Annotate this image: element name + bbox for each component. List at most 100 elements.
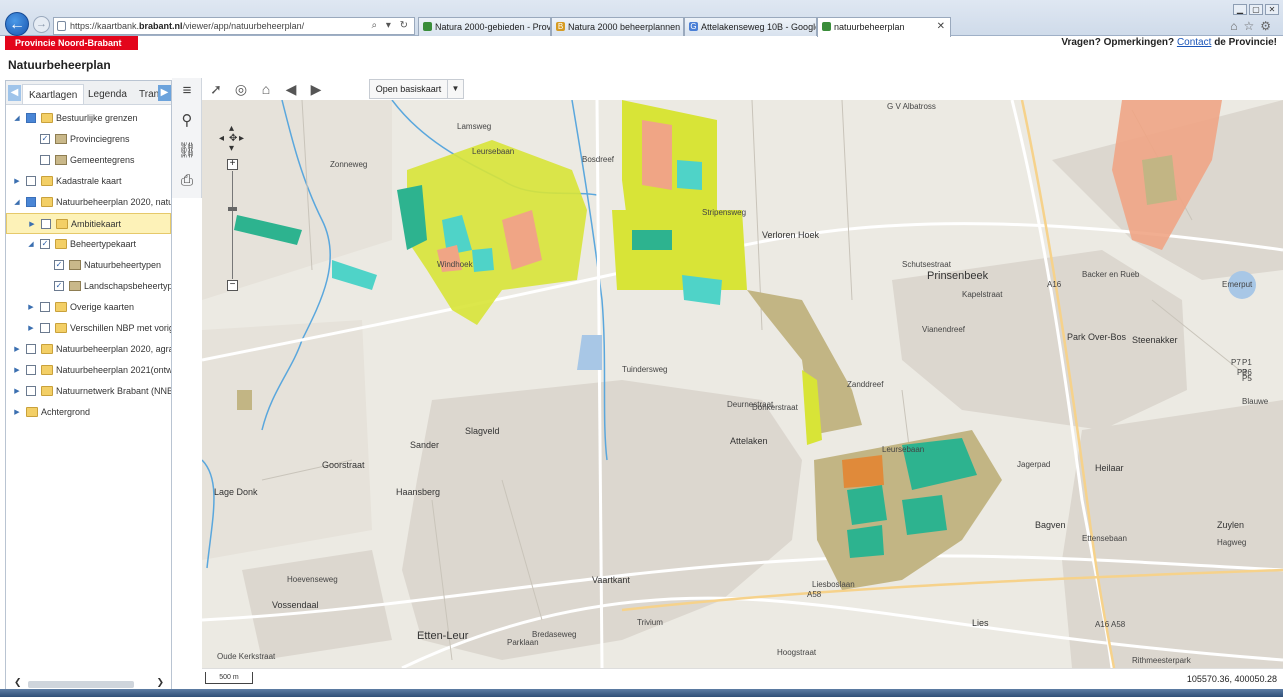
layer-checkbox[interactable] bbox=[26, 113, 36, 123]
layer-checkbox[interactable]: ✓ bbox=[40, 134, 50, 144]
layer-checkbox[interactable] bbox=[26, 197, 36, 207]
previous-extent-icon[interactable]: ◀ bbox=[281, 79, 301, 99]
layer-tree-node[interactable]: ◢ Natuurbeheerplan 2020, natu bbox=[6, 192, 171, 213]
layer-tree-node[interactable]: ◢ Bestuurlijke grenzen bbox=[6, 108, 171, 129]
layer-tree-node[interactable]: ✓ Landschapsbeheertyp bbox=[6, 276, 171, 297]
layer-tree-node[interactable]: ▶ Overige kaarten bbox=[6, 297, 171, 318]
map-label: Lage Donk bbox=[214, 487, 258, 497]
tab-scroll-right-icon[interactable]: ▶ bbox=[158, 85, 171, 101]
minimize-icon[interactable]: ▁ bbox=[1233, 4, 1247, 15]
layer-tree-node[interactable]: ▶ Natuurbeheerplan 2020, agra bbox=[6, 339, 171, 360]
identify-zoom-icon[interactable]: ⚲ bbox=[176, 110, 198, 132]
print-icon[interactable]: ⎙ bbox=[176, 170, 198, 192]
scroll-left-icon[interactable]: ❮ bbox=[14, 677, 22, 688]
forward-arrow-icon[interactable]: → bbox=[33, 16, 50, 33]
add-layer-icon[interactable]: ≡ bbox=[176, 80, 198, 102]
layer-checkbox[interactable] bbox=[41, 219, 51, 229]
zoom-slider-thumb[interactable] bbox=[228, 207, 237, 211]
pan-right-icon[interactable]: ▸ bbox=[239, 133, 244, 144]
layer-checkbox[interactable] bbox=[26, 365, 36, 375]
basemap-dropdown-icon[interactable]: ▼ bbox=[447, 79, 464, 99]
open-basemap-button[interactable]: Open basiskaart bbox=[369, 79, 448, 99]
panel-horizontal-scrollbar[interactable]: ❮ ❯ bbox=[14, 677, 164, 689]
layer-tree-node[interactable]: ▶ Natuurbeheerplan 2021(ontw bbox=[6, 360, 171, 381]
folder-icon bbox=[41, 344, 53, 354]
collapse-arrow-icon[interactable]: ◢ bbox=[12, 192, 22, 213]
home-icon[interactable]: ⌂ bbox=[1230, 19, 1243, 33]
layer-checkbox[interactable] bbox=[40, 323, 50, 333]
map-canvas[interactable] bbox=[202, 100, 1283, 668]
tab-kaartlagen[interactable]: Kaartlagen bbox=[22, 84, 85, 104]
layer-checkbox[interactable]: ✓ bbox=[54, 260, 64, 270]
layer-checkbox[interactable] bbox=[26, 176, 36, 186]
pan-down-icon[interactable]: ▾ bbox=[229, 143, 234, 154]
browser-tab-natuurbeheerplan[interactable]: natuurbeheerplan ✕ bbox=[817, 17, 951, 37]
layer-checkbox[interactable]: ✓ bbox=[40, 239, 50, 249]
map-label: Vianendreef bbox=[922, 325, 965, 334]
expand-arrow-icon[interactable]: ▶ bbox=[26, 318, 36, 339]
map-label: Rithmeesterpark bbox=[1132, 656, 1191, 665]
browser-tab-google-maps[interactable]: G Attelakenseweg 10B - Google ... bbox=[684, 17, 817, 36]
pan-control[interactable]: ▴ ◂ ✥ ▸ ▾ bbox=[218, 123, 250, 155]
collapse-arrow-icon[interactable]: ◢ bbox=[12, 108, 22, 129]
close-window-icon[interactable]: ✕ bbox=[1265, 4, 1279, 15]
map-label: Goorstraat bbox=[322, 460, 365, 470]
zoom-slider[interactable] bbox=[232, 171, 233, 279]
map-label: Zuylen bbox=[1217, 520, 1245, 530]
measure-icon[interactable]: ◎ bbox=[231, 79, 251, 99]
layer-tree-node[interactable]: ▶ Verschillen NBP met vorig bbox=[6, 318, 171, 339]
expand-arrow-icon[interactable]: ▶ bbox=[12, 339, 22, 360]
next-extent-icon[interactable]: ▶ bbox=[306, 79, 326, 99]
tab-scroll-left-icon[interactable]: ◀ bbox=[8, 85, 21, 101]
expand-arrow-icon[interactable]: ▶ bbox=[27, 214, 37, 235]
layer-tree-node[interactable]: ✓ Provinciegrens bbox=[6, 129, 171, 150]
map-label: Lamsweg bbox=[457, 122, 492, 131]
expand-arrow-icon[interactable]: ▶ bbox=[12, 171, 22, 192]
map-label: Hoevenseweg bbox=[287, 575, 338, 584]
expand-arrow-icon[interactable]: ▶ bbox=[26, 297, 36, 318]
layer-checkbox[interactable] bbox=[40, 155, 50, 165]
layer-tree-node[interactable]: ▶ Kadastrale kaart bbox=[6, 171, 171, 192]
favorites-star-icon[interactable]: ☆ bbox=[1243, 19, 1260, 33]
map-label: Trivium bbox=[637, 618, 663, 627]
map-label: Etten-Leur bbox=[417, 630, 469, 642]
layer-checkbox[interactable] bbox=[40, 302, 50, 312]
layer-checkbox[interactable] bbox=[26, 386, 36, 396]
address-bar[interactable]: https://kaartbank.brabant.nl/viewer/app/… bbox=[53, 17, 415, 35]
layer-tree-node[interactable]: ▶ Ambitiekaart bbox=[6, 213, 171, 234]
link-icon[interactable]: ⛓ bbox=[176, 140, 198, 162]
pan-left-icon[interactable]: ◂ bbox=[219, 133, 224, 144]
expand-arrow-icon[interactable]: ▶ bbox=[12, 381, 22, 402]
layer-label: Verschillen NBP met vorig bbox=[70, 323, 171, 333]
maximize-icon[interactable]: ▢ bbox=[1249, 4, 1263, 15]
back-arrow-icon[interactable]: ← bbox=[5, 12, 29, 36]
map-label: Stripensweg bbox=[702, 208, 747, 217]
pointer-select-icon[interactable]: ➚ bbox=[206, 79, 226, 99]
layer-tree-node[interactable]: ✓ Natuurbeheertypen bbox=[6, 255, 171, 276]
expand-arrow-icon[interactable]: ▶ bbox=[12, 360, 22, 381]
close-tab-icon[interactable]: ✕ bbox=[937, 18, 945, 36]
streetview-icon[interactable]: ⌂ bbox=[256, 79, 276, 99]
layer-tree-node[interactable]: Gemeentegrens bbox=[6, 150, 171, 171]
layer-tree-node[interactable]: ◢ ✓ Beheertypekaart bbox=[6, 234, 171, 255]
folder-icon bbox=[41, 113, 53, 123]
expand-arrow-icon[interactable]: ▶ bbox=[12, 402, 22, 423]
contact-link[interactable]: Contact bbox=[1177, 37, 1211, 48]
tab-legenda[interactable]: Legenda bbox=[82, 84, 133, 104]
layer-checkbox[interactable] bbox=[26, 344, 36, 354]
collapse-arrow-icon[interactable]: ◢ bbox=[26, 234, 36, 255]
layer-checkbox[interactable]: ✓ bbox=[54, 281, 64, 291]
settings-gear-icon[interactable]: ⚙ bbox=[1260, 19, 1277, 33]
map-label: G V Albatross bbox=[887, 102, 936, 111]
zoom-in-button[interactable]: + bbox=[227, 159, 238, 170]
scroll-right-icon[interactable]: ❯ bbox=[156, 677, 164, 688]
browser-tab-natura-gebieden[interactable]: Natura 2000-gebieden - Provi... bbox=[418, 17, 551, 36]
browser-tab-natura-beheerplannen[interactable]: B Natura 2000 beheerplannen - ... bbox=[551, 17, 684, 36]
layer-label: Natuurbeheerplan 2021(ontw bbox=[56, 365, 171, 375]
scrollbar-thumb[interactable] bbox=[28, 681, 134, 688]
map-view[interactable]: Lamsweg Leursebaan Bosdreef Zonneweg Windhoe… bbox=[202, 100, 1283, 668]
zoom-out-button[interactable]: − bbox=[227, 280, 238, 291]
address-tools-icon[interactable]: ⌕ ▾ ↻ bbox=[371, 18, 411, 34]
layer-tree-node[interactable]: ▶ Achtergrond bbox=[6, 402, 171, 423]
layer-tree-node[interactable]: ▶ Natuurnetwerk Brabant (NNB bbox=[6, 381, 171, 402]
